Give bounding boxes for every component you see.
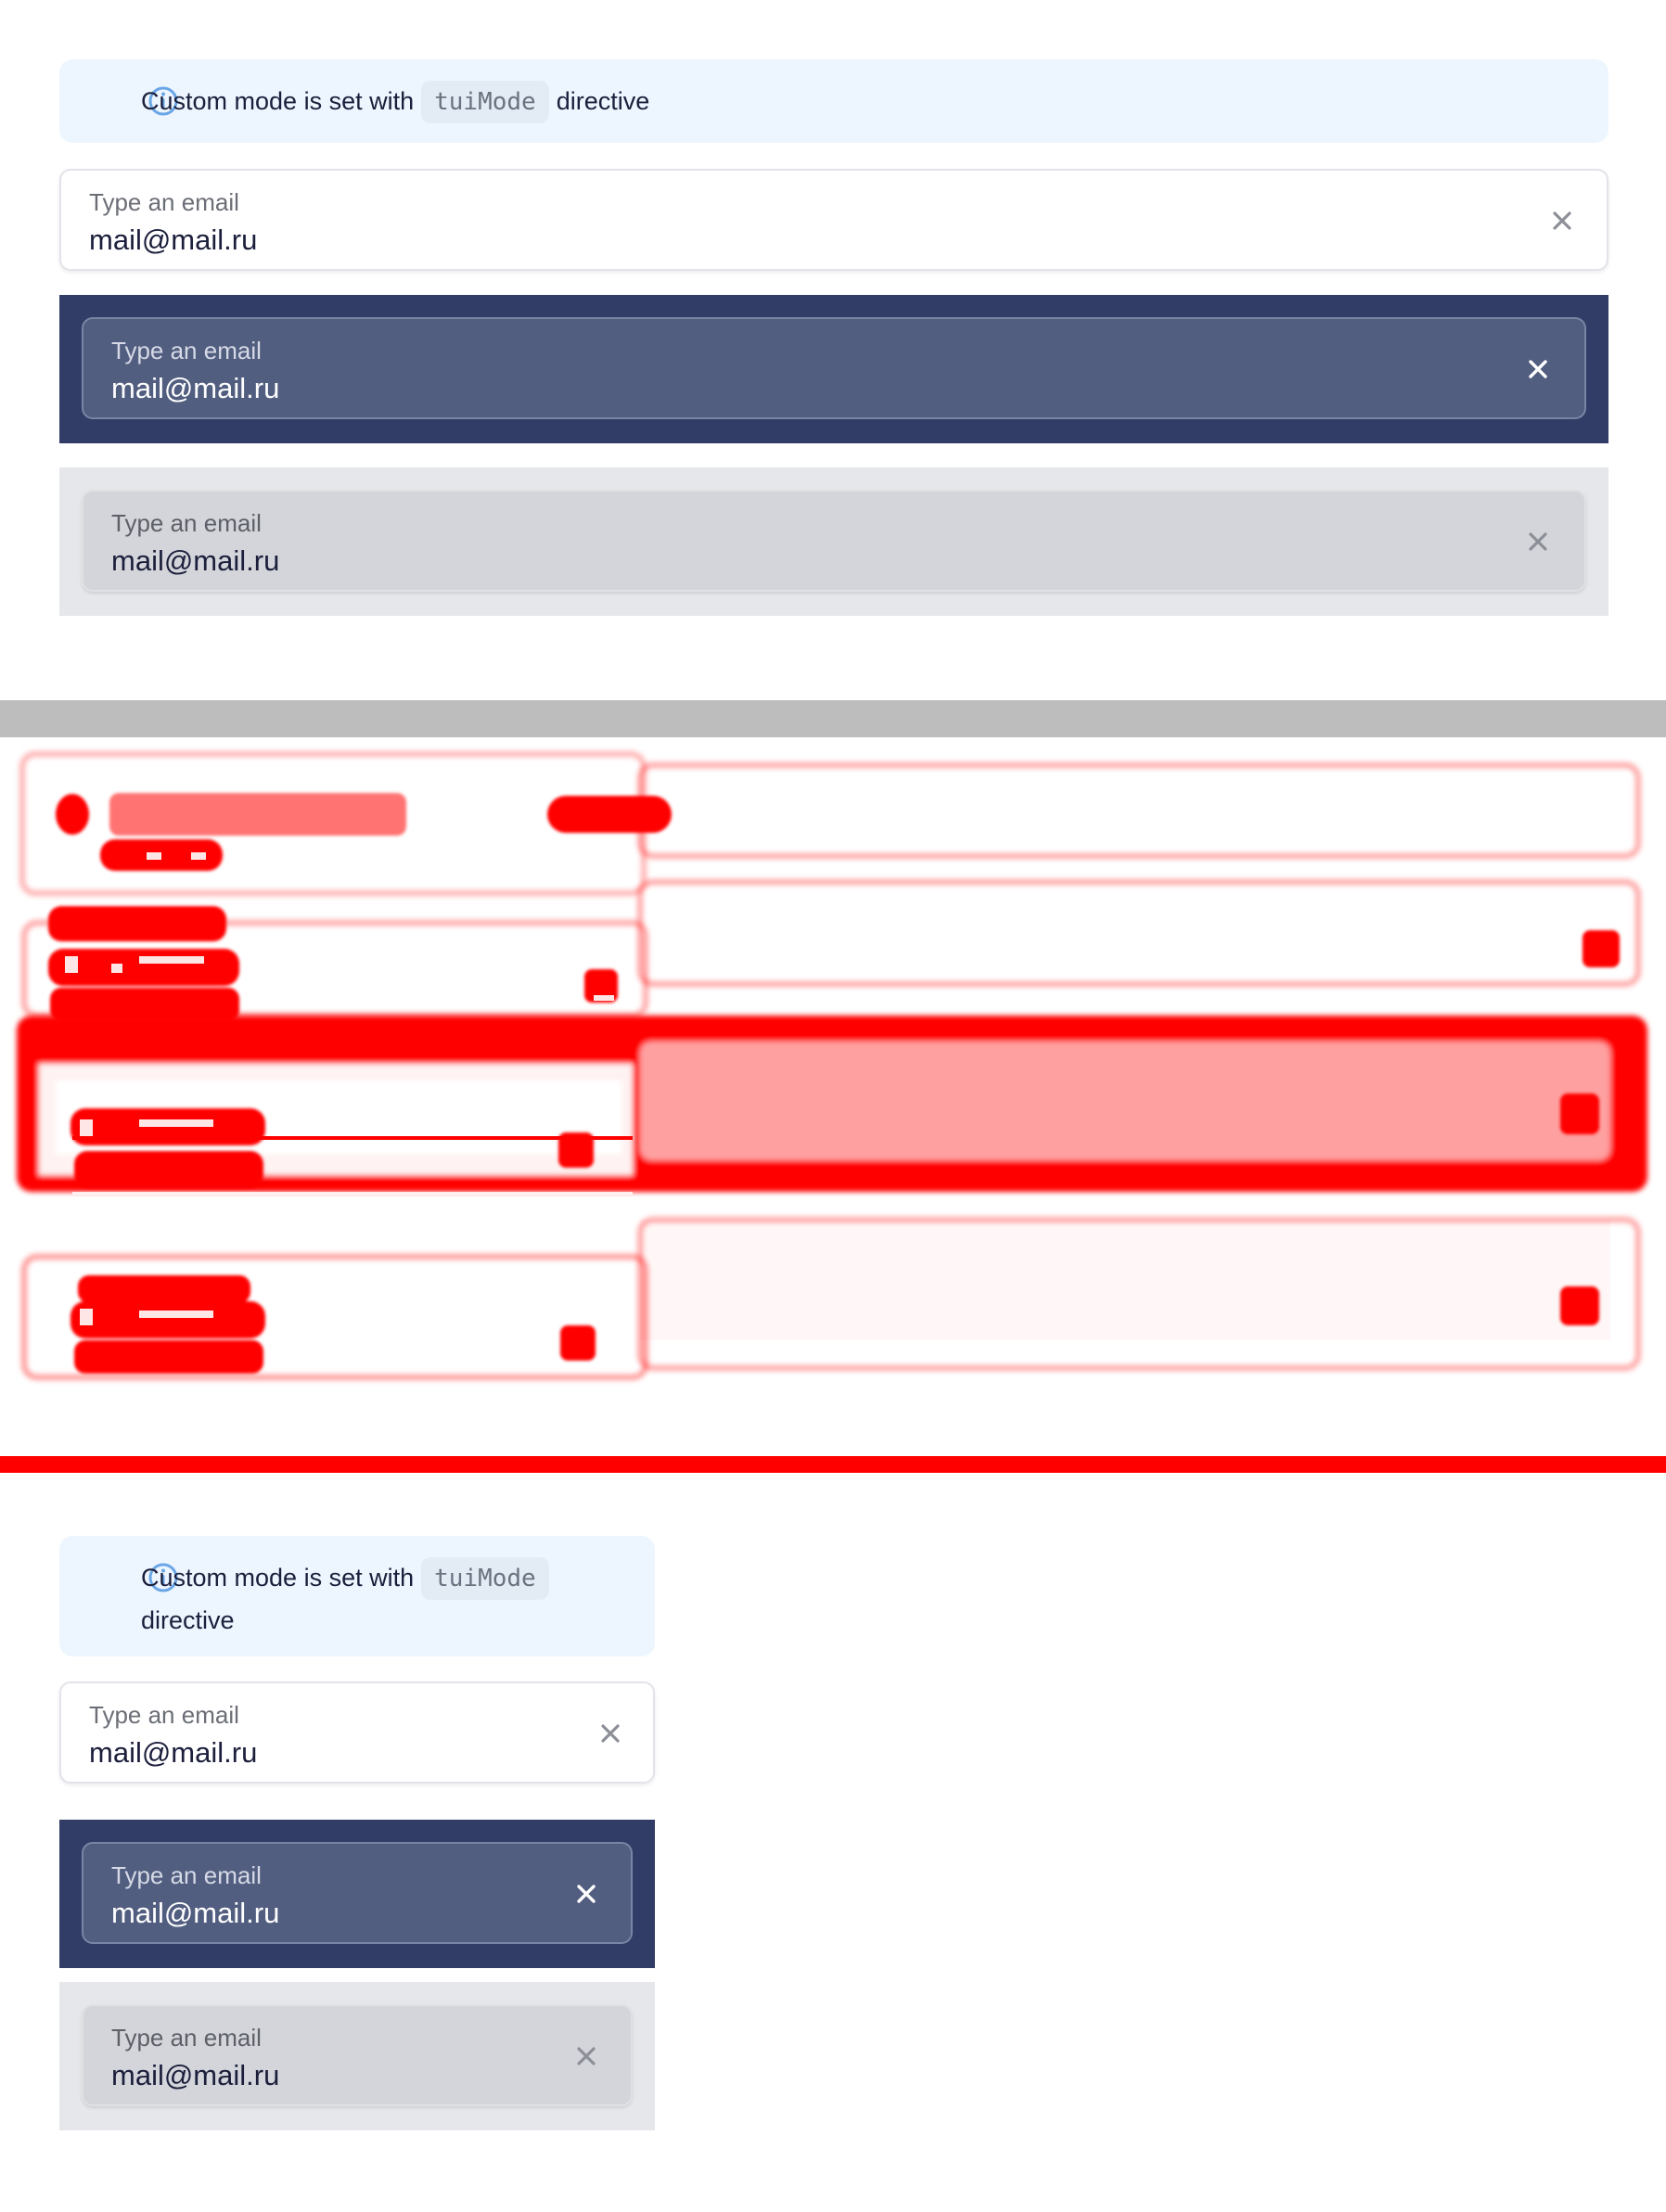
email-field-label: Type an email	[89, 188, 239, 216]
email-field-dark[interactable]: Type an email mail@mail.ru	[82, 317, 1586, 419]
email-field-label: Type an email	[111, 1861, 262, 1889]
notification-text-before: Custom mode is set with	[141, 1564, 415, 1592]
email-field-default[interactable]: Type an email mail@mail.ru	[59, 169, 1608, 271]
narrow-example-panel: Custom mode is set with tuiMode directive …	[0, 1473, 1666, 2212]
email-field-label: Type an email	[111, 509, 262, 537]
notification: Custom mode is set with tuiMode directive	[59, 1536, 655, 1656]
notification-text-before: Custom mode is set with	[141, 87, 415, 115]
email-field-value[interactable]: mail@mail.ru	[111, 2058, 279, 2093]
close-icon[interactable]	[568, 2038, 605, 2075]
diff-bottom-line	[0, 1456, 1666, 1473]
close-icon[interactable]	[568, 1875, 605, 1912]
email-field-value[interactable]: mail@mail.ru	[111, 371, 279, 406]
notification: Custom mode is set with tuiMode directive	[59, 59, 1608, 143]
email-field-label: Type an email	[111, 337, 262, 364]
code-tuimode: tuiMode	[421, 1557, 549, 1600]
email-field-default[interactable]: Type an email mail@mail.ru	[59, 1681, 655, 1784]
dark-mode-container: Type an email mail@mail.ru	[59, 1820, 655, 1968]
notification-text-after: directive	[556, 87, 650, 115]
email-field-value[interactable]: mail@mail.ru	[111, 543, 279, 579]
gray-mode-container: Type an email mail@mail.ru	[59, 1982, 655, 2130]
email-field-label: Type an email	[111, 2024, 262, 2052]
email-field-value[interactable]: mail@mail.ru	[111, 1896, 279, 1931]
code-tuimode: tuiMode	[421, 81, 549, 123]
email-field-value[interactable]: mail@mail.ru	[89, 223, 257, 258]
notification-text: Custom mode is set with tuiMode directive	[141, 81, 649, 123]
email-field-label: Type an email	[89, 1701, 239, 1729]
dark-mode-container: Type an email mail@mail.ru	[59, 295, 1608, 443]
close-icon[interactable]	[1519, 523, 1557, 560]
close-icon[interactable]	[592, 1715, 629, 1752]
close-icon[interactable]	[1544, 202, 1581, 239]
notification-text: Custom mode is set with tuiMode directive	[141, 1557, 623, 1641]
email-field-gray[interactable]: Type an email mail@mail.ru	[82, 2004, 633, 2106]
diff-overlay-graphic	[17, 751, 1647, 1380]
email-field-gray[interactable]: Type an email mail@mail.ru	[82, 490, 1586, 592]
notification-text-after: directive	[141, 1606, 235, 1634]
gray-mode-container: Type an email mail@mail.ru	[59, 467, 1608, 616]
close-icon[interactable]	[1519, 351, 1557, 388]
wide-example-panel: Custom mode is set with tuiMode directive …	[0, 0, 1666, 700]
separator-bar	[0, 700, 1666, 737]
email-field-dark[interactable]: Type an email mail@mail.ru	[82, 1842, 633, 1944]
email-field-value[interactable]: mail@mail.ru	[89, 1735, 257, 1771]
diff-overlay	[0, 737, 1666, 1473]
